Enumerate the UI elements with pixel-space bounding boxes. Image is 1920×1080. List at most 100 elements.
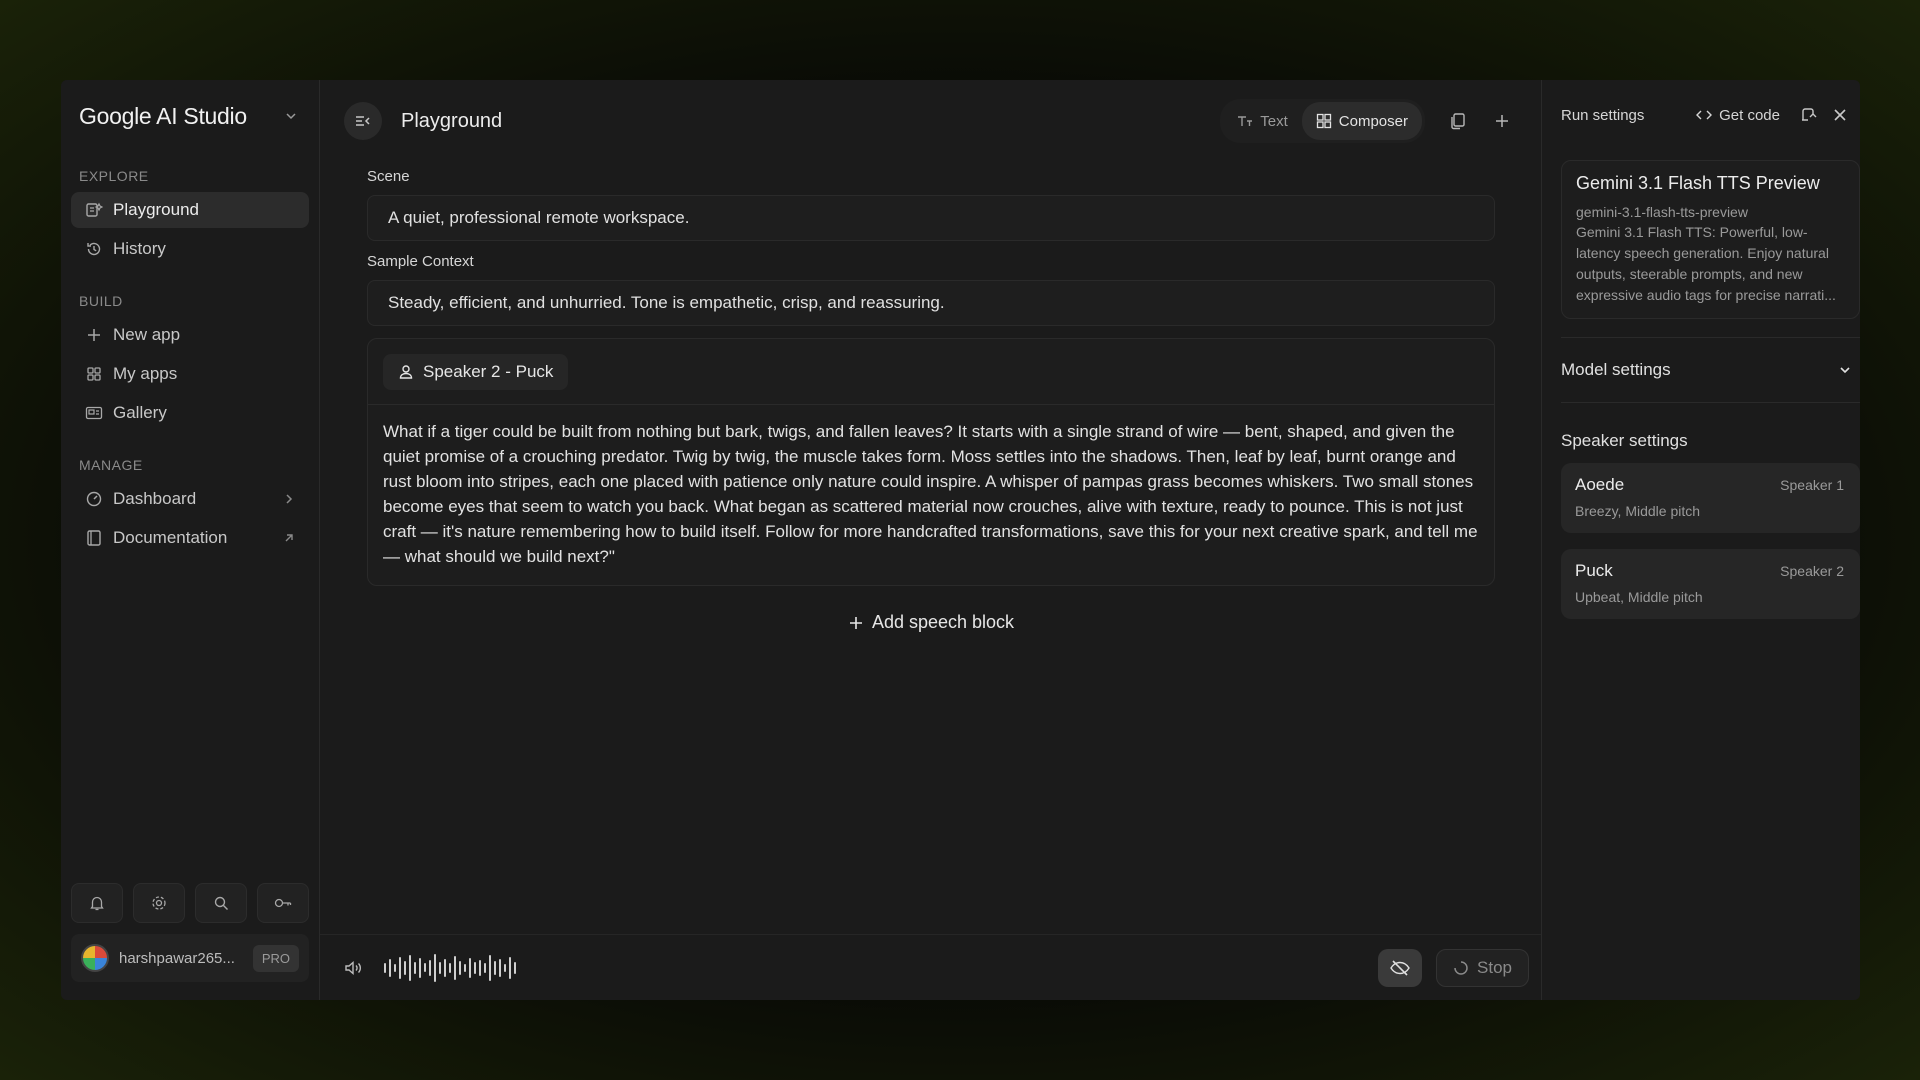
waveform-bar bbox=[489, 954, 491, 981]
code-icon bbox=[1695, 108, 1713, 122]
model-selector-card[interactable]: Gemini 3.1 Flash TTS Preview gemini-3.1-… bbox=[1561, 160, 1860, 319]
avatar bbox=[81, 944, 109, 972]
tab-label: Text bbox=[1260, 112, 1288, 130]
model-settings-label: Model settings bbox=[1561, 360, 1671, 379]
add-speech-block-label: Add speech block bbox=[871, 612, 1015, 632]
speaker-card-puck[interactable]: Puck Upbeat, Middle pitch Speaker 2 bbox=[1561, 549, 1860, 619]
speaker-volume-icon[interactable] bbox=[342, 956, 366, 980]
app-title: Google AI Studio bbox=[79, 102, 247, 129]
main-panel: Playground Text Composer Scene A quiet, … bbox=[320, 80, 1541, 1000]
sidebar-item-new-app[interactable]: New app bbox=[71, 317, 309, 353]
waveform-bar bbox=[444, 958, 446, 977]
waveform-bar bbox=[394, 963, 396, 972]
waveform-bar bbox=[384, 962, 386, 973]
loading-spinner-icon bbox=[1453, 960, 1469, 976]
sidebar-item-documentation[interactable]: Documentation bbox=[71, 520, 309, 556]
sidebar-item-label: New app bbox=[113, 325, 181, 344]
divider bbox=[1561, 402, 1860, 403]
bell-icon[interactable] bbox=[71, 883, 123, 923]
plus-icon bbox=[848, 615, 864, 631]
grid-icon bbox=[85, 365, 103, 383]
plus-icon bbox=[85, 326, 103, 344]
section-label-manage: MANAGE bbox=[79, 457, 143, 473]
model-description: Gemini 3.1 Flash TTS: Powerful, low-late… bbox=[1576, 224, 1836, 303]
reset-icon[interactable] bbox=[1794, 101, 1822, 129]
run-settings-title: Run settings bbox=[1561, 106, 1645, 124]
speech-text-editor[interactable]: What if a tiger could be built from noth… bbox=[368, 405, 1494, 585]
speaker-card-aoede[interactable]: Aoede Breezy, Middle pitch Speaker 1 bbox=[1561, 463, 1860, 533]
copy-icon[interactable] bbox=[1439, 102, 1477, 140]
speaker-voice-description: Upbeat, Middle pitch bbox=[1575, 589, 1703, 605]
waveform-bar bbox=[494, 960, 496, 975]
waveform-bar bbox=[434, 953, 436, 982]
text-mode-icon bbox=[1237, 114, 1253, 128]
sidebar-item-dashboard[interactable]: Dashboard bbox=[71, 481, 309, 517]
section-label-build: BUILD bbox=[79, 293, 123, 309]
sidebar-item-label: Gallery bbox=[113, 403, 167, 422]
gear-icon[interactable] bbox=[133, 883, 185, 923]
speech-block-header: Speaker 2 - Puck bbox=[368, 339, 1494, 405]
chevron-down-icon bbox=[1838, 363, 1852, 377]
waveform-bar bbox=[484, 962, 486, 973]
sample-context-input[interactable]: Steady, efficient, and unhurried. Tone i… bbox=[367, 280, 1495, 326]
plus-icon[interactable] bbox=[1483, 102, 1521, 140]
speaker-label: Speaker 2 - Puck bbox=[423, 361, 554, 381]
page-title: Playground bbox=[401, 109, 503, 132]
tab-label: Composer bbox=[1338, 112, 1408, 130]
plan-badge: PRO bbox=[252, 944, 299, 972]
composer-mode-icon bbox=[1316, 113, 1332, 129]
chevron-down-icon[interactable] bbox=[283, 108, 299, 124]
waveform-bar bbox=[459, 960, 461, 975]
sidebar-item-label: Playground bbox=[113, 200, 200, 219]
audio-waveform[interactable] bbox=[384, 953, 516, 983]
user-account[interactable]: harshpawar265... PRO bbox=[71, 934, 309, 982]
get-code-label: Get code bbox=[1719, 106, 1780, 124]
sample-context-label: Sample Context bbox=[367, 253, 474, 270]
get-code-button[interactable]: Get code bbox=[1695, 107, 1780, 124]
waveform-bar bbox=[479, 959, 481, 976]
waveform-bar bbox=[449, 962, 451, 973]
mode-switch: Text Composer bbox=[1220, 99, 1425, 143]
person-icon bbox=[398, 364, 414, 380]
waveform-bar bbox=[414, 961, 416, 974]
top-bar: Playground Text Composer bbox=[320, 80, 1541, 162]
waveform-bar bbox=[454, 955, 456, 980]
tab-composer[interactable]: Composer bbox=[1301, 102, 1422, 140]
book-icon bbox=[85, 529, 103, 547]
waveform-bar bbox=[504, 963, 506, 972]
speech-block: Speaker 2 - Puck What if a tiger could b… bbox=[367, 338, 1495, 586]
waveform-bar bbox=[409, 954, 411, 981]
audio-player-bar: Stop bbox=[320, 934, 1541, 1000]
waveform-bar bbox=[509, 956, 511, 979]
sidebar-item-label: History bbox=[113, 239, 166, 258]
speaker-select-button[interactable]: Speaker 2 - Puck bbox=[383, 353, 569, 390]
sidebar-item-label: Dashboard bbox=[113, 489, 197, 508]
key-icon[interactable] bbox=[257, 883, 309, 923]
stop-label: Stop bbox=[1477, 957, 1512, 977]
stop-button[interactable]: Stop bbox=[1436, 948, 1529, 987]
add-speech-block-button[interactable]: Add speech block bbox=[367, 612, 1495, 633]
sidebar-toggle-button[interactable] bbox=[344, 102, 382, 140]
speaker-tag: Speaker 2 bbox=[1780, 563, 1844, 579]
sidebar-utility-bar bbox=[71, 883, 309, 923]
player-controls: Stop bbox=[1378, 948, 1529, 987]
model-settings-toggle[interactable]: Model settings bbox=[1561, 338, 1860, 402]
close-icon[interactable] bbox=[1826, 101, 1854, 129]
run-settings-header: Run settings Get code bbox=[1561, 80, 1860, 150]
brand-header[interactable]: Google AI Studio bbox=[71, 80, 309, 152]
search-icon[interactable] bbox=[195, 883, 247, 923]
sidebar-item-my-apps[interactable]: My apps bbox=[71, 356, 309, 392]
eye-off-icon[interactable] bbox=[1378, 948, 1423, 987]
tab-text[interactable]: Text bbox=[1223, 102, 1302, 140]
sidebar-item-history[interactable]: History bbox=[71, 231, 309, 267]
external-link-icon bbox=[283, 532, 295, 544]
waveform-bar bbox=[499, 958, 501, 977]
run-settings-panel: Run settings Get code Gemini 3.1 Flash T… bbox=[1541, 80, 1860, 1000]
speaker-voice-description: Breezy, Middle pitch bbox=[1575, 503, 1701, 519]
sidebar-item-playground[interactable]: Playground bbox=[71, 192, 309, 228]
scene-input[interactable]: A quiet, professional remote workspace. bbox=[367, 195, 1495, 241]
app-window: Google AI Studio EXPLORE Playground Hist… bbox=[61, 80, 1860, 1000]
sidebar: Google AI Studio EXPLORE Playground Hist… bbox=[61, 80, 320, 1000]
playground-icon bbox=[85, 201, 103, 219]
sidebar-item-gallery[interactable]: Gallery bbox=[71, 395, 309, 431]
